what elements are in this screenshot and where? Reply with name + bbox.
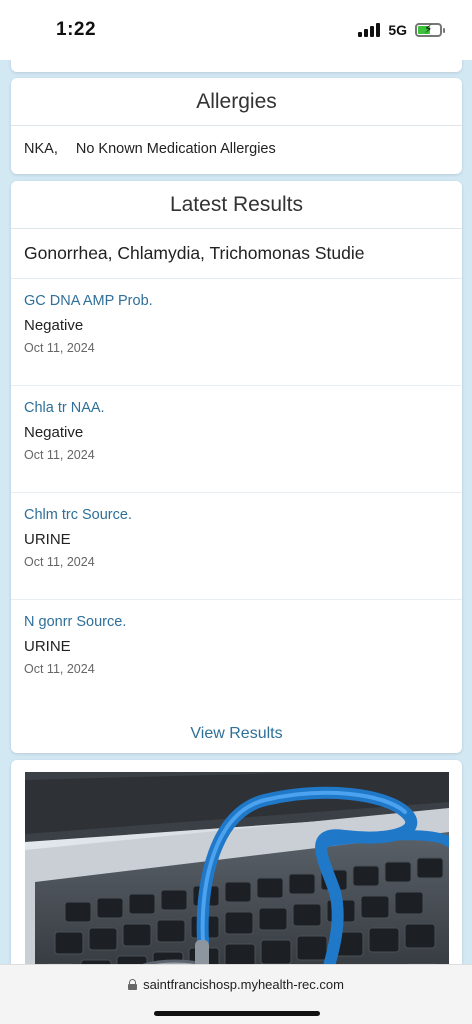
result-value: Negative	[24, 317, 84, 334]
view-results-link[interactable]: View Results	[11, 725, 462, 743]
result-item: N gonrr Source. URINE Oct 11, 2024	[11, 600, 462, 707]
result-date: Oct 11, 2024	[24, 341, 95, 355]
latest-results-title: Latest Results	[11, 181, 462, 229]
result-item: GC DNA AMP Prob. Negative Oct 11, 2024	[11, 279, 462, 386]
result-name-link[interactable]: Chlm trc Source.	[24, 507, 449, 523]
result-value: URINE	[24, 531, 71, 548]
stethoscope-laptop-image	[25, 772, 449, 964]
status-bar: 1:22 5G ⚡	[0, 0, 472, 60]
allergy-code: NKA,	[24, 141, 58, 157]
result-value: Negative	[24, 424, 84, 441]
result-panel-name: Gonorrhea, Chlamydia, Trichomonas Studie	[11, 229, 462, 279]
charging-icon: ⚡	[424, 22, 433, 36]
result-name-link[interactable]: Chla tr NAA.	[24, 400, 449, 416]
previous-card	[11, 60, 462, 72]
battery-icon: ⚡	[415, 22, 445, 37]
url-text[interactable]: saintfrancishosp.myhealth-rec.com	[143, 977, 344, 992]
allergies-card: Allergies NKA, No Known Medication Aller…	[11, 78, 462, 174]
result-date: Oct 11, 2024	[24, 662, 95, 676]
network-type: 5G	[388, 22, 407, 38]
lock-icon	[128, 979, 138, 990]
result-value: URINE	[24, 638, 71, 655]
result-item: Chla tr NAA. Negative Oct 11, 2024	[11, 386, 462, 493]
home-indicator[interactable]	[154, 1011, 320, 1016]
allergy-row: NKA, No Known Medication Allergies	[11, 126, 462, 172]
signal-icon	[358, 23, 381, 37]
latest-results-card: Latest Results Gonorrhea, Chlamydia, Tri…	[11, 181, 462, 753]
allergies-title: Allergies	[11, 78, 462, 126]
result-item: Chlm trc Source. URINE Oct 11, 2024	[11, 493, 462, 600]
result-name-link[interactable]: N gonrr Source.	[24, 614, 449, 630]
page-content[interactable]: Allergies NKA, No Known Medication Aller…	[0, 60, 472, 964]
status-time: 1:22	[56, 19, 97, 40]
result-date: Oct 11, 2024	[24, 448, 95, 462]
browser-url-bar[interactable]: saintfrancishosp.myhealth-rec.com	[0, 964, 472, 1024]
status-indicators: 5G ⚡	[358, 22, 445, 38]
promo-image-card	[11, 760, 462, 964]
allergy-description: No Known Medication Allergies	[75, 141, 276, 157]
result-name-link[interactable]: GC DNA AMP Prob.	[24, 293, 449, 309]
result-date: Oct 11, 2024	[24, 555, 95, 569]
url-row[interactable]: saintfrancishosp.myhealth-rec.com	[0, 977, 472, 992]
